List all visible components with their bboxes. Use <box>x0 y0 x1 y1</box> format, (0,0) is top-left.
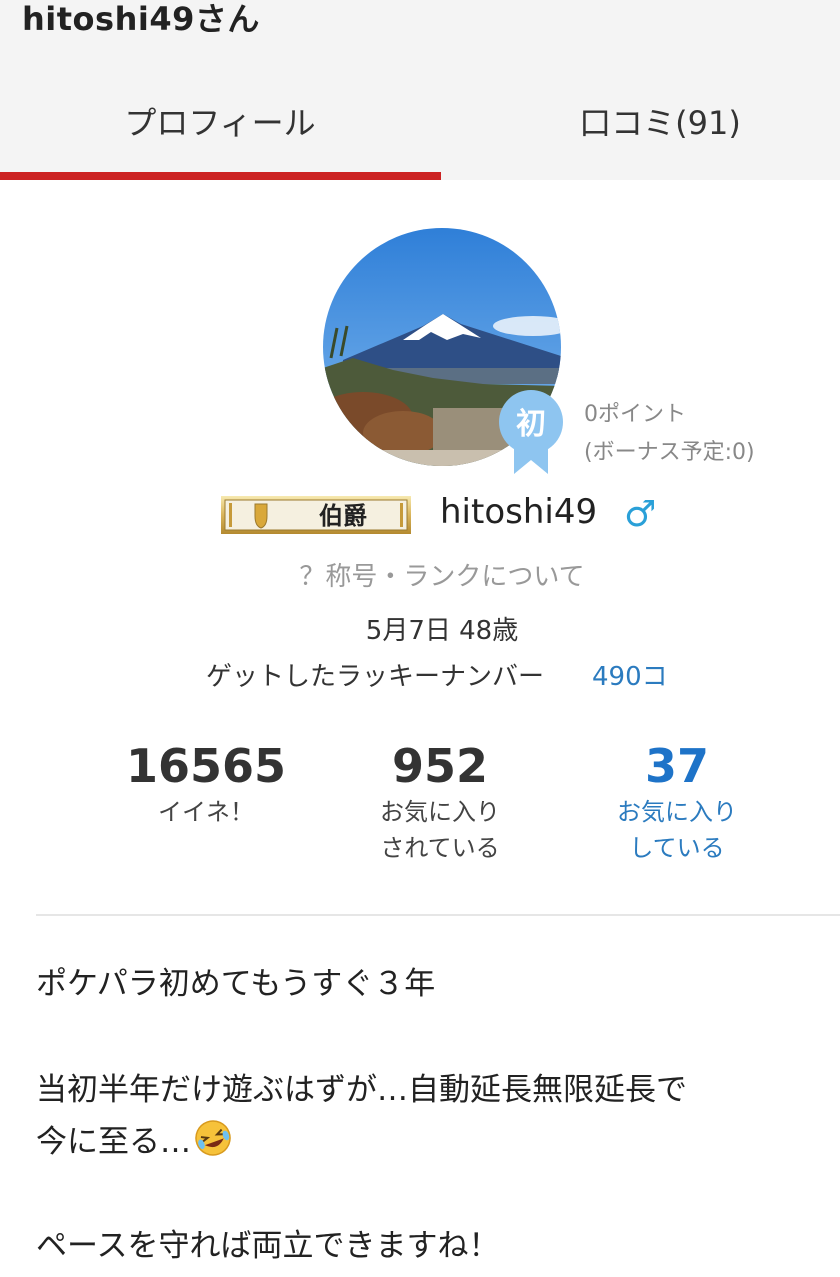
rofl-emoji-icon <box>193 1118 233 1158</box>
page-title: hitoshi49さん <box>22 0 260 38</box>
stat-value[interactable]: 37 <box>557 738 797 794</box>
shield-icon <box>254 503 268 529</box>
rank-title-text: 伯爵 <box>319 502 367 530</box>
stat-favoriting[interactable]: 37 お気に入り している <box>557 738 797 866</box>
stat-label: お気に入り <box>380 798 500 826</box>
tab-profile[interactable]: プロフィール <box>0 98 440 144</box>
username: hitoshi49 <box>440 492 598 532</box>
bio-text-line: 今に至る… <box>36 1116 233 1161</box>
divider <box>36 914 840 916</box>
points-info: 0ポイント (ボーナス予定:0) <box>584 396 755 472</box>
lucky-number-link[interactable]: 490コ <box>592 656 668 693</box>
bio-text-line: ポケパラ初めてもうすぐ３年 <box>36 966 436 1002</box>
stat-label: されている <box>380 834 500 862</box>
lucky-number-label: ゲットしたラッキーナンバー <box>206 662 545 692</box>
stat-label: イイネ！ <box>158 798 254 826</box>
rank-info-link[interactable]: ？称号・ランクについて <box>0 556 840 593</box>
stat-label[interactable]: お気に入り <box>557 794 797 830</box>
rank-title-plate: 伯爵 <box>221 496 411 534</box>
bio-text-line: 当初半年だけ遊ぶはずが…自動延長無限延長で <box>36 1072 687 1108</box>
stat-favorited-by: 952 お気に入り されている <box>320 738 560 866</box>
tab-reviews[interactable]: 口コミ(91) <box>440 98 840 144</box>
points-value: 0ポイント <box>584 402 686 427</box>
badge-label: 初 <box>516 407 546 442</box>
male-gender-icon: ♂ <box>624 494 657 535</box>
beginner-badge: 初 <box>498 388 564 474</box>
stat-value: 952 <box>391 739 489 793</box>
bio-text: 今に至る… <box>36 1124 191 1160</box>
active-tab-indicator <box>0 172 441 180</box>
stat-value: 16565 <box>125 739 287 793</box>
stat-likes: 16565 イイネ！ <box>86 738 326 830</box>
bonus-points: (ボーナス予定:0) <box>584 440 755 465</box>
header: hitoshi49さん プロフィール 口コミ(91) <box>0 0 840 180</box>
stat-label[interactable]: している <box>557 830 797 866</box>
bio-text-line: ペースを守れば両立できますね！ <box>36 1228 500 1264</box>
birthday-age: 5月7日 48歳 <box>365 616 519 646</box>
